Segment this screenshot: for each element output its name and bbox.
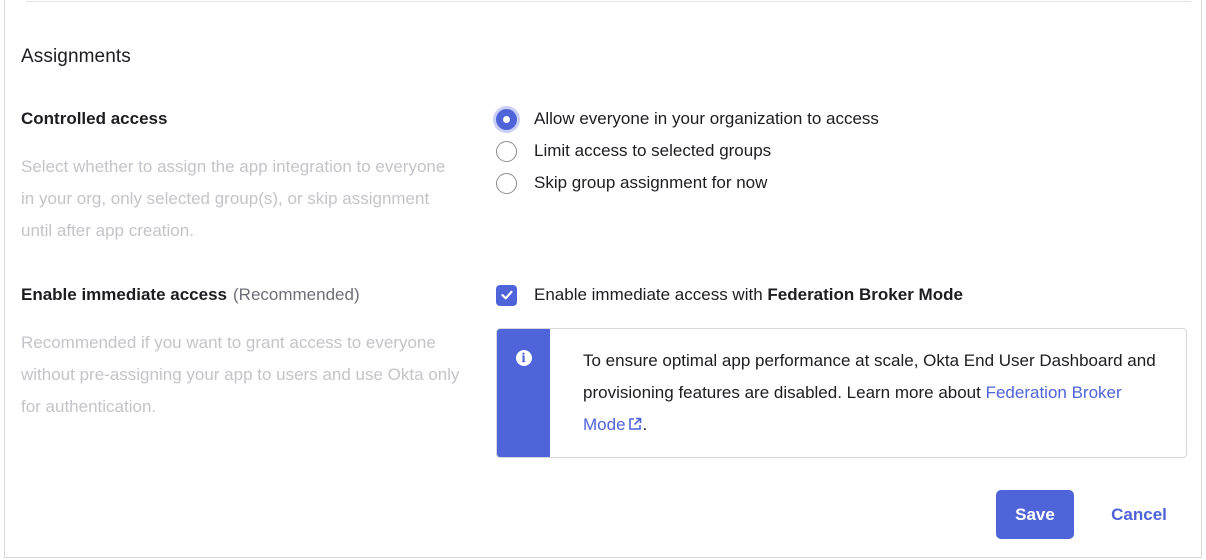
radio-skip-assignment-control[interactable] bbox=[496, 172, 517, 194]
recommended-tag: (Recommended) bbox=[233, 285, 360, 304]
callout-text: To ensure optimal app performance at sca… bbox=[550, 329, 1180, 457]
federation-broker-checkbox-label: Enable immediate access with Federation … bbox=[534, 285, 963, 305]
radio-limit-groups-control[interactable] bbox=[496, 140, 517, 162]
divider bbox=[26, 1, 1191, 2]
immediate-access-label-text: Enable immediate access bbox=[21, 285, 228, 304]
federation-broker-checkbox-row[interactable]: Enable immediate access with Federation … bbox=[496, 284, 963, 306]
save-button[interactable]: Save bbox=[996, 490, 1074, 539]
checkbox-label-prefix: Enable immediate access with bbox=[534, 285, 768, 304]
radio-limit-groups-label: Limit access to selected groups bbox=[534, 141, 772, 160]
external-link-icon bbox=[628, 417, 641, 430]
radio-allow-everyone[interactable]: Allow everyone in your organization to a… bbox=[496, 108, 879, 130]
radio-skip-assignment-label: Skip group assignment for now bbox=[534, 173, 768, 192]
info-icon: i bbox=[515, 350, 532, 366]
radio-skip-assignment[interactable]: Skip group assignment for now bbox=[496, 172, 767, 194]
controlled-access-label: Controlled access bbox=[21, 109, 167, 129]
info-callout: i To ensure optimal app performance at s… bbox=[496, 328, 1187, 458]
callout-bar: i bbox=[497, 329, 550, 457]
immediate-access-description: Recommended if you want to grant access … bbox=[21, 333, 460, 416]
radio-allow-everyone-control[interactable] bbox=[496, 108, 517, 130]
immediate-access-label: Enable immediate access (Recommended) bbox=[21, 285, 360, 305]
checkbox-label-bold: Federation Broker Mode bbox=[767, 285, 963, 304]
federation-broker-checkbox[interactable] bbox=[496, 284, 517, 306]
check-icon bbox=[500, 290, 513, 300]
radio-limit-groups[interactable]: Limit access to selected groups bbox=[496, 140, 771, 162]
controlled-access-label-text: Controlled access bbox=[21, 109, 168, 128]
radio-allow-everyone-label: Allow everyone in your organization to a… bbox=[534, 109, 879, 128]
controlled-access-description: Select whether to assign the app integra… bbox=[21, 157, 446, 240]
cancel-button[interactable]: Cancel bbox=[1094, 490, 1184, 539]
section-title: Assignments bbox=[21, 46, 131, 67]
callout-text-end: . bbox=[642, 415, 648, 434]
assignments-panel bbox=[4, 0, 1202, 558]
